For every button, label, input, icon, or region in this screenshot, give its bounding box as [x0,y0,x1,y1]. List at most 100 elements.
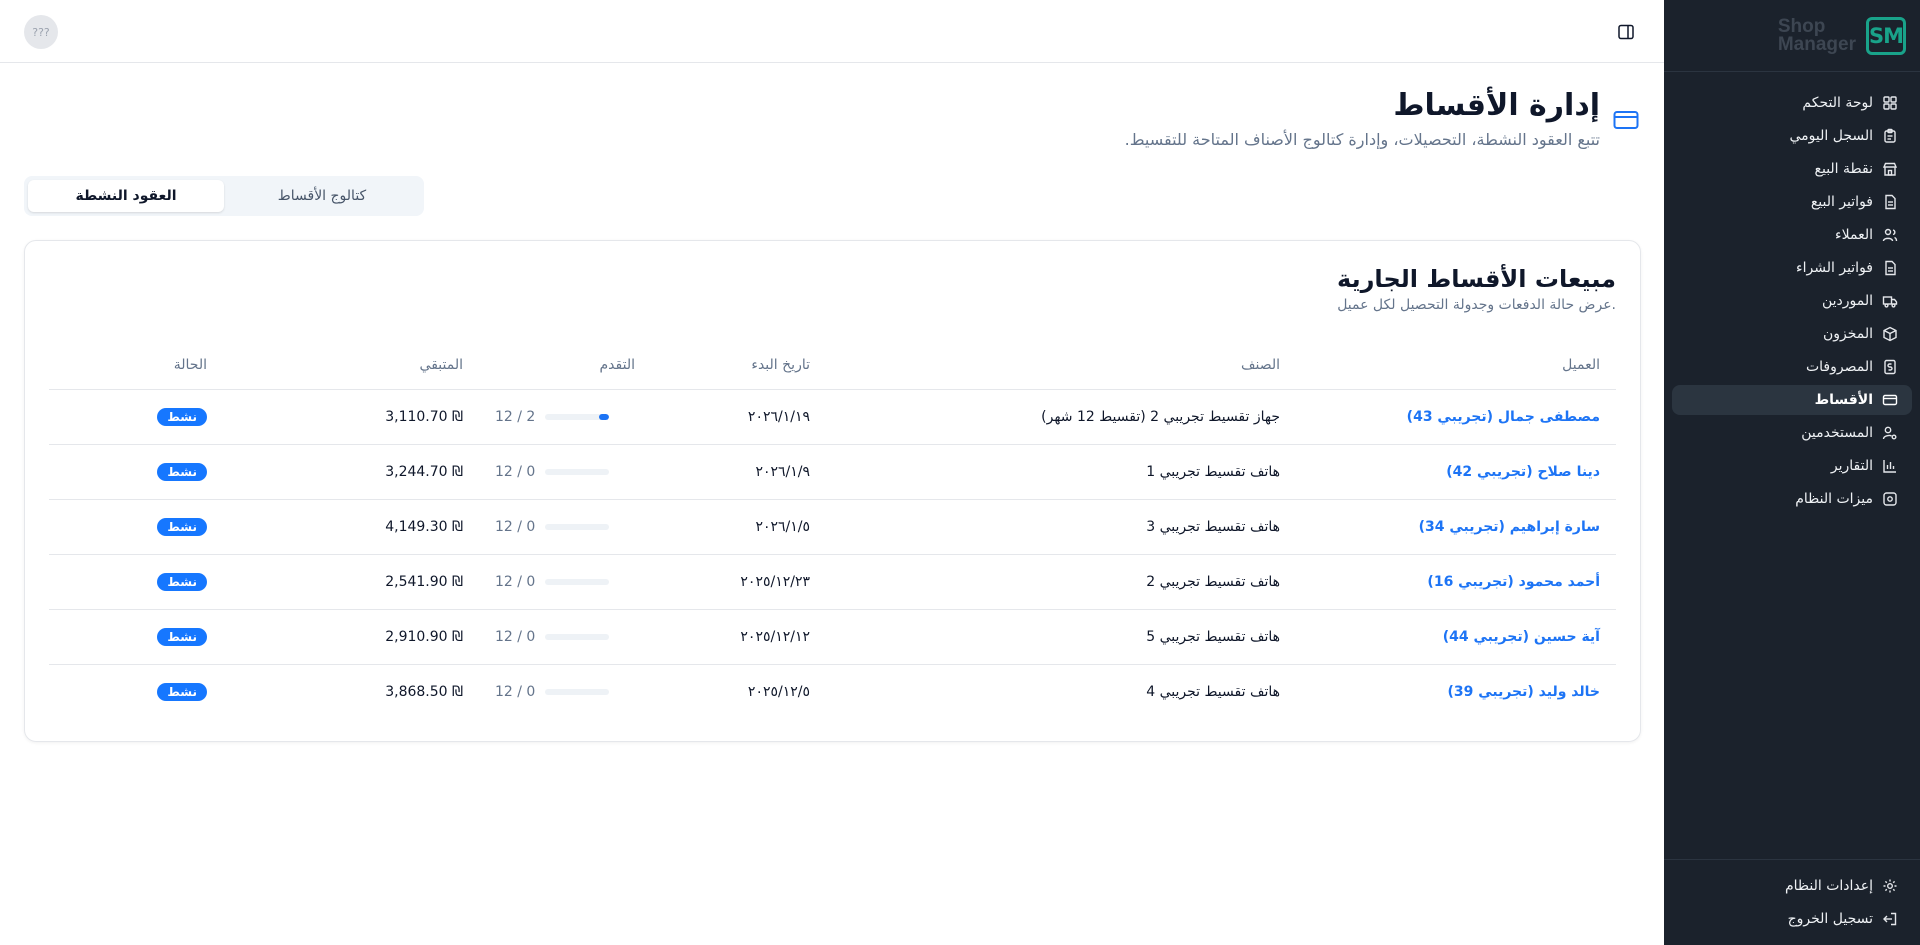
progress-text: 12 / 0 [495,518,536,535]
top-bar: ??? [0,0,1664,63]
table-row[interactable]: سارة إبراهيم (تجريبي 34) هاتف تقسيط تجري… [49,499,1616,555]
avatar[interactable]: ??? [24,15,58,49]
logout-label: تسجيل الخروج [1787,911,1873,927]
customer-link[interactable]: دينا صلاح (تجريبي 42) [1296,444,1616,500]
start-date-cell: ٢٠٢٦/١/٩ [651,444,826,500]
card-subtitle: .عرض حالة الدفعات وجدولة التحصيل لكل عمي… [1337,297,1616,313]
item-cell: هاتف تقسيط تجريبي 4 [1146,683,1280,700]
sidebar-item-customers[interactable]: العملاء [1672,220,1912,250]
progress-bar [545,633,610,640]
table-row[interactable]: أحمد محمود (تجريبي 16) هاتف تقسيط تجريبي… [49,554,1616,610]
item-cell: هاتف تقسيط تجريبي 3 [826,499,1296,555]
progress-bar [545,688,610,695]
sidebar-nav: لوحة التحكم السجل اليومي نقطة البيع فوات… [1664,72,1920,514]
customer-link[interactable]: آية حسين (تجريبي 44) [1296,609,1616,665]
sidebar-item-sales-invoices[interactable]: فواتير البيع [1672,187,1912,217]
progress-bar [545,468,610,475]
status-badge: نشط [157,627,207,646]
col-customer[interactable]: العميل [1296,341,1616,390]
remaining-cell: 2,910.90 ₪ [223,609,479,665]
sidebar-item-users[interactable]: المستخدمين [1672,418,1912,448]
col-item[interactable]: الصنف [826,341,1296,390]
progress-bar [545,523,610,530]
sidebar-item-label: الموردين [1821,293,1873,309]
status-cell: نشط [49,664,223,719]
logout-icon [1883,912,1897,926]
col-progress[interactable]: التقدم [479,341,651,390]
installments-table: العميل الصنف تاريخ البدء التقدم المتبقي … [49,341,1616,719]
item-cell: جهاز تقسيط تجريبي 2 (تقسيط 12 شهر) [826,389,1296,445]
remaining-amount: 3,868.50 ₪ [385,683,463,700]
progress-cell: 12 / 0 [479,554,651,610]
sidebar-item-purchase-invoices[interactable]: فواتير الشراء [1672,253,1912,283]
credit-card-icon [1613,111,1639,129]
col-remaining[interactable]: المتبقي [223,341,479,390]
clipboard-icon [1884,128,1896,143]
progress-text: 12 / 2 [495,408,536,425]
table-row[interactable]: خالد وليد (تجريبي 39) هاتف تقسيط تجريبي … [49,664,1616,719]
sidebar-item-pos[interactable]: نقطة البيع [1672,154,1912,184]
status-badge: نشط [157,517,207,536]
receipt-icon [1884,359,1896,375]
item-cell: هاتف تقسيط تجريبي 5 [826,609,1296,665]
tabs: العقود النشطة كتالوج الأقساط [24,176,424,216]
sidebar-item-features[interactable]: ميزات النظام [1672,484,1912,514]
remaining-amount: 4,149.30 ₪ [385,518,463,535]
remaining-cell: 3,244.70 ₪ [223,444,479,500]
logo-line2: Manager [1777,33,1856,55]
sidebar-item-expenses[interactable]: المصروفات [1672,352,1912,382]
store-icon [1882,162,1898,176]
start-date-cell: ٢٠٢٥/١٢/٢٣ [651,554,826,610]
package-icon [1883,326,1897,342]
progress-cell: 12 / 2 [479,389,651,445]
remaining-amount: 2,910.90 ₪ [385,628,463,645]
remaining-cell: 3,110.70 ₪ [223,389,479,445]
customer-link[interactable]: سارة إبراهيم (تجريبي 34) [1296,499,1616,555]
system-settings-link[interactable]: إعدادات النظام [1672,871,1912,901]
customer-link[interactable]: خالد وليد (تجريبي 39) [1296,664,1616,719]
progress-bar [545,578,610,585]
progress-cell: 12 / 0 [479,444,651,500]
tab-installments-catalog[interactable]: كتالوج الأقساط [224,180,420,212]
sidebar-item-inventory[interactable]: المخزون [1672,319,1912,349]
progress-bar [545,413,610,420]
col-status[interactable]: الحالة [49,341,223,390]
file-text-icon [1885,194,1896,210]
status-cell: نشط [49,609,223,665]
status-badge: نشط [157,572,207,591]
table-header-row: العميل الصنف تاريخ البدء التقدم المتبقي … [49,341,1616,390]
status-badge: نشط [157,682,207,701]
remaining-cell: 4,149.30 ₪ [223,499,479,555]
table-row[interactable]: آية حسين (تجريبي 44) هاتف تقسيط تجريبي 5… [49,609,1616,665]
sidebar-item-label: العملاء [1835,227,1873,243]
remaining-amount: 3,110.70 ₪ [385,408,463,425]
remaining-cell: 3,868.50 ₪ [223,664,479,719]
progress-text: 12 / 0 [495,463,536,480]
sidebar-item-daily-log[interactable]: السجل اليومي [1672,121,1912,151]
sidebar-footer: إعدادات النظام تسجيل الخروج [1664,859,1920,945]
system-settings-label: إعدادات النظام [1784,878,1873,894]
progress-text: 12 / 0 [495,683,536,700]
brand[interactable]: SM Shop Manager [1664,0,1920,72]
card-title: مبيعات الأقساط الجارية [1337,265,1616,293]
tab-active-contracts[interactable]: العقود النشطة [28,180,224,212]
table-row[interactable]: مصطفى جمال (تجريبي 43) جهاز تقسيط تجريبي… [49,389,1616,445]
sidebar-item-suppliers[interactable]: الموردين [1672,286,1912,316]
sidebar-item-dashboard[interactable]: لوحة التحكم [1672,88,1912,118]
progress-text: 12 / 0 [495,573,536,590]
file-text-icon [1885,260,1896,276]
sidebar-item-installments[interactable]: الأقساط [1672,385,1912,415]
table-row[interactable]: دينا صلاح (تجريبي 42) هاتف تقسيط تجريبي … [49,444,1616,500]
status-cell: نشط [49,444,223,500]
sidebar-toggle-icon[interactable] [1617,23,1635,41]
logout-button[interactable]: تسجيل الخروج [1672,904,1912,934]
customer-link[interactable]: أحمد محمود (تجريبي 16) [1296,554,1616,610]
sidebar-item-reports[interactable]: التقارير [1672,451,1912,481]
col-start-date[interactable]: تاريخ البدء [651,341,826,390]
remaining-cell: 2,541.90 ₪ [223,554,479,610]
sidebar-item-label: المستخدمين [1801,425,1873,441]
credit-card-icon [1882,394,1898,406]
customer-link[interactable]: مصطفى جمال (تجريبي 43) [1296,389,1616,445]
start-date-cell: ٢٠٢٥/١٢/١٢ [651,609,826,665]
logo-line1: Shop [1777,15,1826,37]
